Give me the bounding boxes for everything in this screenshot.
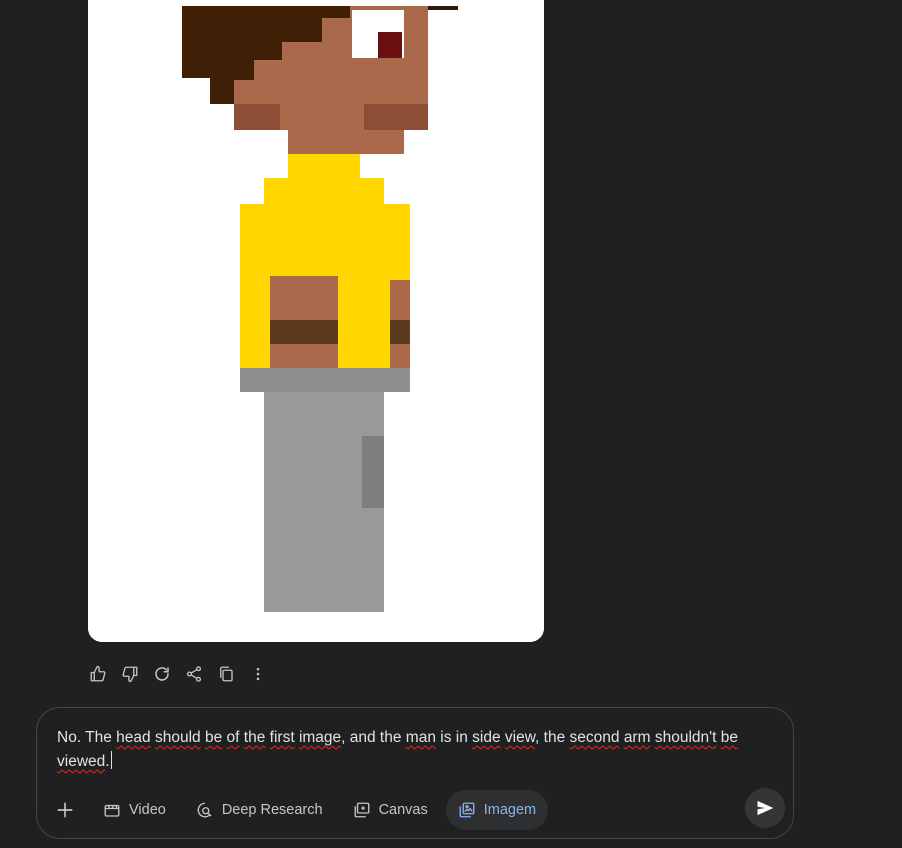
image-tool-button[interactable]: Imagem: [445, 790, 549, 830]
prompt-text-segment: , the: [535, 729, 570, 746]
misspelled-word: should: [154, 729, 201, 746]
deep-research-icon: [197, 802, 212, 818]
add-button[interactable]: [45, 790, 85, 830]
send-icon: [757, 800, 774, 816]
misspelled-word: first: [269, 729, 295, 746]
misspelled-word: be: [204, 729, 223, 746]
prompt-text-segment: , and the: [341, 729, 406, 746]
send-button[interactable]: [745, 788, 785, 828]
canvas-tool-button[interactable]: Canvas: [341, 790, 440, 830]
misspelled-word: image: [298, 729, 342, 746]
misspelled-word: man: [405, 729, 436, 746]
prompt-text-segment: .: [105, 753, 110, 770]
prompt-text-segment: No. The: [57, 729, 117, 746]
video-icon: [104, 804, 120, 817]
misspelled-word: be: [720, 729, 738, 746]
pixel-man-illustration: [88, 0, 544, 642]
video-tool-button[interactable]: Video: [91, 790, 178, 830]
canvas-tool-label: Canvas: [378, 802, 428, 818]
misspelled-word: head: [116, 729, 151, 746]
prompt-text-segment: is in: [435, 729, 473, 746]
misspelled-word: second: [569, 729, 620, 746]
image-tool-label: Imagem: [483, 802, 537, 818]
thumbs-down-icon[interactable]: [118, 662, 142, 686]
prompt-input[interactable]: No. The head should be of the first imag…: [57, 726, 777, 774]
pants-top: [240, 368, 410, 392]
regenerate-icon[interactable]: [150, 662, 174, 686]
misspelled-word: shouldn't: [654, 729, 717, 746]
response-actions: [86, 662, 270, 686]
video-tool-label: Video: [129, 802, 166, 818]
canvas-icon: [354, 802, 370, 818]
prompt-text-segment: [738, 729, 742, 746]
copy-icon[interactable]: [214, 662, 238, 686]
composer-toolbar: Video Deep Research Canvas Imagem: [45, 790, 549, 830]
text-caret: [110, 751, 112, 769]
share-icon[interactable]: [182, 662, 206, 686]
misspelled-word: of: [226, 729, 240, 746]
misspelled-word: the: [243, 729, 266, 746]
deep-research-tool-label: Deep Research: [221, 802, 323, 818]
misspelled-word: arm: [623, 729, 651, 746]
misspelled-word: view: [504, 729, 536, 746]
generated-image[interactable]: [88, 0, 544, 642]
thumbs-up-icon[interactable]: [86, 662, 110, 686]
image-icon: [459, 802, 475, 818]
misspelled-word: viewed: [57, 753, 106, 770]
plus-icon: [57, 802, 73, 818]
eye-pupil: [378, 32, 402, 58]
more-options-icon[interactable]: [246, 662, 270, 686]
deep-research-tool-button[interactable]: Deep Research: [184, 790, 335, 830]
misspelled-word: side: [472, 729, 501, 746]
chat-page: No. The head should be of the first imag…: [0, 0, 902, 848]
prompt-composer: No. The head should be of the first imag…: [36, 707, 794, 839]
